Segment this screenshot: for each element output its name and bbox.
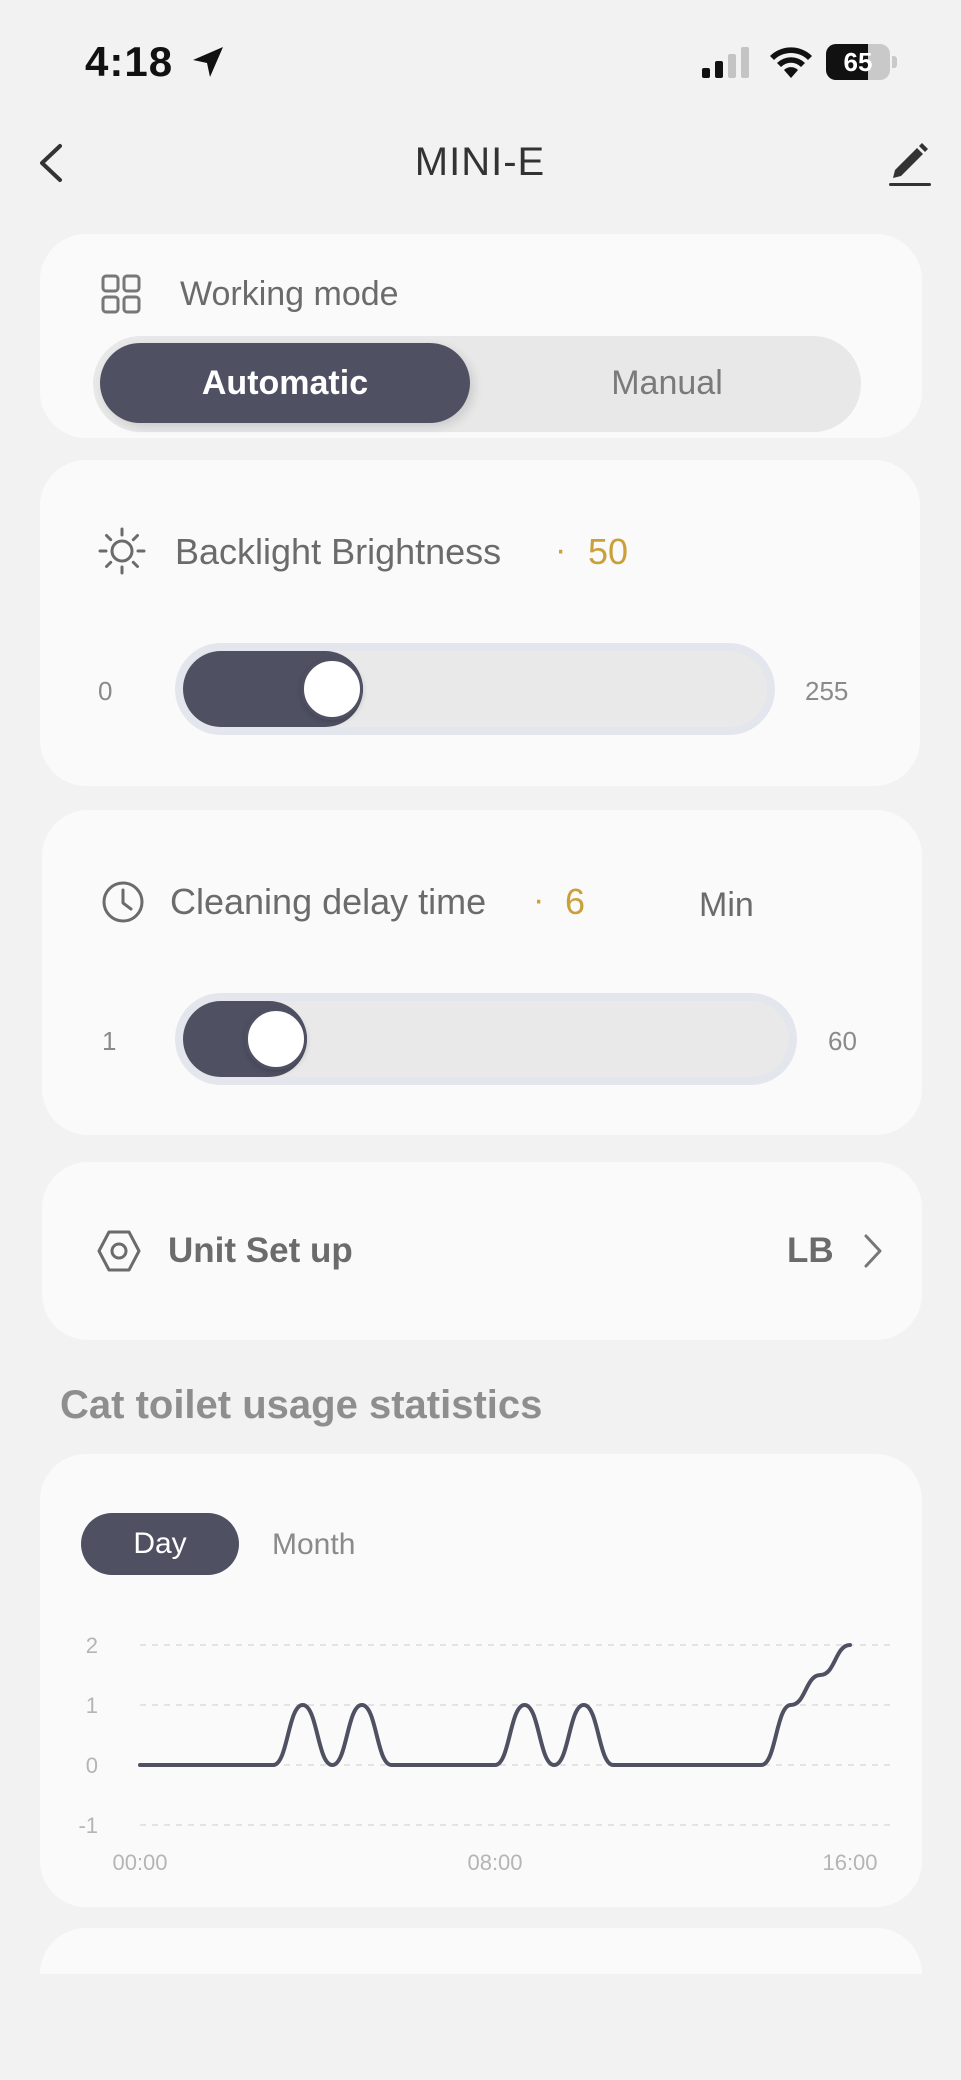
backlight-value: 50 bbox=[588, 531, 629, 572]
cleaning-delay-slider-knob[interactable] bbox=[245, 1008, 308, 1070]
working-mode-label: Working mode bbox=[180, 275, 399, 313]
clock-icon bbox=[102, 881, 144, 923]
status-time: 4:18 bbox=[85, 38, 174, 85]
bottom-fade bbox=[0, 1974, 961, 2080]
cleaning-delay-value: 6 bbox=[565, 881, 586, 922]
wifi-icon bbox=[770, 47, 812, 78]
x-tick-label: 08:00 bbox=[467, 1850, 522, 1875]
tab-month[interactable]: Month bbox=[272, 1528, 355, 1562]
y-tick-label: -1 bbox=[78, 1813, 98, 1838]
y-tick-label: 0 bbox=[86, 1753, 98, 1778]
cleaning-delay-min: 1 bbox=[102, 1026, 117, 1056]
tab-day[interactable]: Day bbox=[81, 1513, 239, 1575]
y-tick-label: 1 bbox=[86, 1693, 98, 1718]
cellular-signal-icon bbox=[702, 47, 749, 78]
battery-icon: 65 bbox=[826, 44, 898, 80]
cleaning-delay-label: Cleaning delay time bbox=[170, 881, 487, 922]
x-tick-label: 16:00 bbox=[822, 1850, 877, 1875]
brightness-sun-icon bbox=[98, 527, 146, 575]
cleaning-delay-slider[interactable] bbox=[175, 993, 797, 1085]
page-title: MINI-E bbox=[414, 140, 546, 184]
location-arrow-icon bbox=[193, 47, 223, 77]
mode-automatic-button[interactable]: Automatic bbox=[100, 343, 470, 423]
cleaning-delay-separator: · bbox=[533, 881, 545, 919]
y-tick-label: 2 bbox=[86, 1633, 98, 1658]
battery-percent: 65 bbox=[843, 47, 873, 77]
unit-setup-label: Unit Set up bbox=[168, 1231, 353, 1270]
cleaning-delay-unit: Min bbox=[699, 886, 754, 924]
mode-manual-button[interactable]: Manual bbox=[480, 343, 854, 423]
hex-nut-icon bbox=[97, 1230, 141, 1272]
backlight-max: 255 bbox=[805, 676, 849, 706]
chevron-right-icon bbox=[864, 1234, 882, 1268]
cleaning-delay-max: 60 bbox=[828, 1026, 857, 1056]
backlight-card bbox=[40, 460, 920, 786]
backlight-label: Backlight Brightness bbox=[175, 531, 502, 572]
backlight-separator: · bbox=[555, 531, 567, 569]
backlight-min: 0 bbox=[98, 676, 113, 706]
cleaning-delay-card bbox=[42, 810, 922, 1135]
grid-icon bbox=[101, 274, 141, 314]
stats-section-title: Cat toilet usage statistics bbox=[60, 1383, 543, 1427]
usage-line-chart: 2 1 0 -1 00:00 08:00 16:00 bbox=[78, 1633, 890, 1875]
backlight-slider-knob[interactable] bbox=[301, 658, 364, 720]
back-button[interactable] bbox=[30, 138, 74, 188]
backlight-slider[interactable] bbox=[175, 643, 775, 735]
x-tick-label: 00:00 bbox=[112, 1850, 167, 1875]
unit-setup-value: LB bbox=[787, 1231, 834, 1270]
edit-button[interactable] bbox=[885, 138, 933, 188]
